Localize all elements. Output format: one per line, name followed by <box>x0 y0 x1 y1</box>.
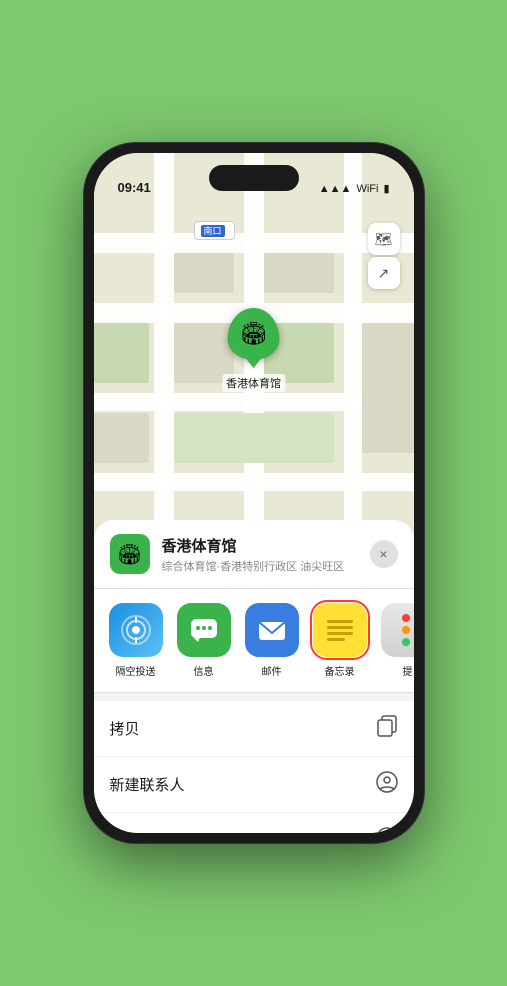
phone-frame: 09:41 ▲▲▲ WiFi ▮ <box>84 143 424 843</box>
share-mail[interactable]: 邮件 <box>242 603 302 678</box>
action-new-contact[interactable]: 新建联系人 <box>94 757 414 813</box>
wifi-icon: WiFi <box>356 183 378 195</box>
more-icon-box <box>381 603 414 657</box>
share-message[interactable]: 信息 <box>174 603 234 678</box>
notes-label: 备忘录 <box>325 663 355 678</box>
more-label: 提 <box>403 663 413 678</box>
mail-label: 邮件 <box>262 663 282 678</box>
message-label: 信息 <box>194 663 214 678</box>
copy-label: 拷贝 <box>110 718 140 739</box>
bottom-sheet: 🏟 香港体育馆 综合体育馆·香港特别行政区 油尖旺区 × <box>94 520 414 833</box>
new-contact-label: 新建联系人 <box>110 774 185 795</box>
action-list: 拷贝 新建联系人 <box>94 701 414 833</box>
map-area[interactable]: 南口 🗺 ↗ 🏟 香港体育馆 <box>94 153 414 547</box>
message-icon-box <box>177 603 231 657</box>
action-copy[interactable]: 拷贝 <box>94 701 414 757</box>
mail-icon-box <box>245 603 299 657</box>
signal-icon: ▲▲▲ <box>319 183 352 195</box>
close-button[interactable]: × <box>370 540 398 568</box>
status-icons: ▲▲▲ WiFi ▮ <box>319 182 390 197</box>
status-time: 09:41 <box>118 180 151 197</box>
phone-screen: 09:41 ▲▲▲ WiFi ▮ <box>94 153 414 833</box>
marker-pin: 🏟 <box>228 308 280 360</box>
marker-label: 香港体育馆 <box>222 374 285 392</box>
location-venue-icon: 🏟 <box>110 534 150 574</box>
add-contact-label: 添加到现有联系人 <box>110 830 230 833</box>
airdrop-label: 隔空投送 <box>116 663 156 678</box>
add-contact-icon <box>376 827 398 833</box>
map-label: 南口 <box>194 221 235 240</box>
airdrop-icon-box <box>109 603 163 657</box>
location-name: 香港体育馆 <box>162 535 358 556</box>
copy-icon <box>376 715 398 742</box>
dynamic-island <box>209 165 299 191</box>
location-button[interactable]: ↗ <box>368 257 400 289</box>
share-row: 隔空投送 信息 <box>94 589 414 693</box>
map-buttons: 🗺 ↗ <box>368 223 400 289</box>
share-airdrop[interactable]: 隔空投送 <box>106 603 166 678</box>
notes-icon-box <box>313 603 367 657</box>
location-subtitle: 综合体育馆·香港特别行政区 油尖旺区 <box>162 558 358 574</box>
location-info: 香港体育馆 综合体育馆·香港特别行政区 油尖旺区 <box>162 535 358 574</box>
share-more[interactable]: 提 <box>378 603 414 678</box>
action-add-contact[interactable]: 添加到现有联系人 <box>94 813 414 833</box>
stadium-pin-icon: 🏟 <box>240 321 268 347</box>
stadium-marker[interactable]: 🏟 香港体育馆 <box>222 308 285 392</box>
map-view-button[interactable]: 🗺 <box>368 223 400 255</box>
battery-icon: ▮ <box>383 182 389 195</box>
location-card: 🏟 香港体育馆 综合体育馆·香港特别行政区 油尖旺区 × <box>94 520 414 589</box>
new-contact-icon <box>376 771 398 798</box>
share-notes[interactable]: 备忘录 <box>310 603 370 678</box>
